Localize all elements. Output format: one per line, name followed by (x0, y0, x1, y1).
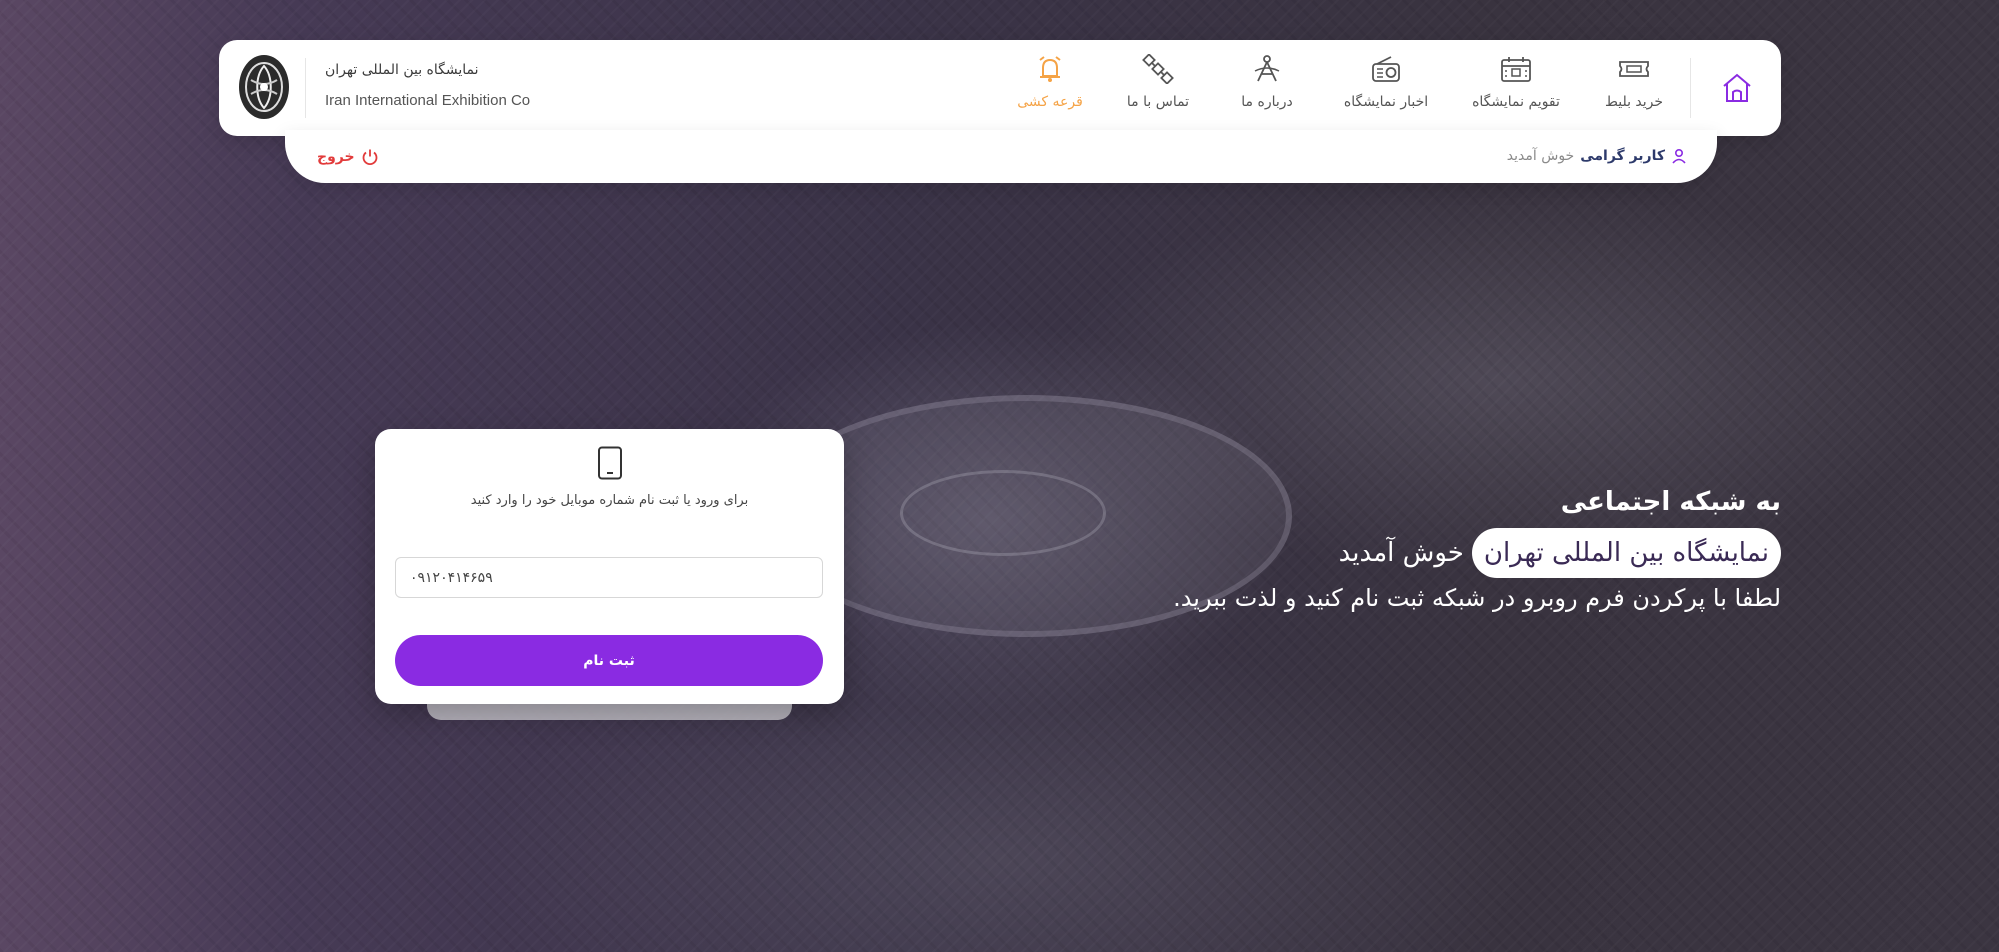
nav-item-about[interactable]: درباره ما (1239, 54, 1295, 124)
alarm-bell-icon (1039, 56, 1061, 82)
nav-label-about: درباره ما (1241, 94, 1293, 110)
hero-text: به شبکه اجتماعی نمایشگاه بین المللی تهرا… (1173, 484, 1781, 616)
exhibition-emblem-icon[interactable] (239, 55, 289, 119)
header-divider (1690, 58, 1691, 118)
header-divider (305, 58, 306, 118)
calendar-icon (1501, 57, 1531, 82)
nav-item-ticket[interactable]: خرید بلیط (1599, 54, 1669, 124)
mobile-phone-icon (598, 446, 622, 480)
hero-welcome: خوش آمدید (1338, 538, 1464, 568)
nav-label-lottery: قرعه کشی (1017, 94, 1083, 110)
brand-name-en: Iran International Exhibition Co (325, 92, 531, 109)
satellite-icon (1142, 54, 1174, 84)
nav-item-contact[interactable]: تماس با ما (1125, 54, 1191, 124)
nav-item-calendar[interactable]: تقویم نمایشگاه (1469, 54, 1563, 124)
register-button[interactable]: ثبت نام (395, 635, 823, 686)
logout-label: خروج (317, 149, 355, 165)
background-fountain (900, 470, 1106, 556)
top-header: نمایشگاه بین المللی تهران Iran Internati… (219, 40, 1781, 136)
brand-name-fa: نمایشگاه بین المللی تهران (325, 62, 479, 78)
nav-label-ticket: خرید بلیط (1604, 94, 1664, 110)
login-hint: برای ورود یا ثبت نام شماره موبایل خود را… (470, 493, 749, 508)
logout-button[interactable]: خروج (317, 148, 379, 166)
compass-icon (1254, 55, 1280, 82)
user-bar: خروج کاربر گرامی خوش آمدید (285, 130, 1717, 183)
nav-label-news: اخبار نمایشگاه (1343, 94, 1429, 110)
nav-label-calendar: تقویم نمایشگاه (1472, 94, 1560, 110)
radio-icon (1372, 56, 1400, 82)
hero-brand-pill: نمایشگاه بین المللی تهران (1471, 528, 1781, 578)
hero-line-2: نمایشگاه بین المللی تهران خوش آمدید (1173, 528, 1781, 578)
mobile-number-input[interactable] (395, 557, 823, 598)
user-title: کاربر گرامی (1580, 148, 1665, 164)
hero-line-3: لطفا با پرکردن فرم روبرو در شبکه ثبت نام… (1173, 584, 1781, 612)
nav-item-news[interactable]: اخبار نمایشگاه (1337, 54, 1435, 124)
nav-label-contact: تماس با ما (1126, 94, 1190, 110)
login-card: برای ورود یا ثبت نام شماره موبایل خود را… (375, 429, 844, 704)
home-icon (1723, 73, 1751, 102)
hero-line-1: به شبکه اجتماعی (1560, 487, 1781, 517)
user-icon (1672, 148, 1686, 164)
ticket-icon (1619, 61, 1649, 77)
home-button[interactable] (1713, 66, 1761, 110)
power-icon (362, 149, 377, 166)
welcome-user: کاربر گرامی خوش آمدید (1507, 148, 1687, 164)
user-greeting: خوش آمدید (1506, 148, 1575, 164)
nav-item-lottery[interactable]: قرعه کشی (1017, 54, 1083, 124)
